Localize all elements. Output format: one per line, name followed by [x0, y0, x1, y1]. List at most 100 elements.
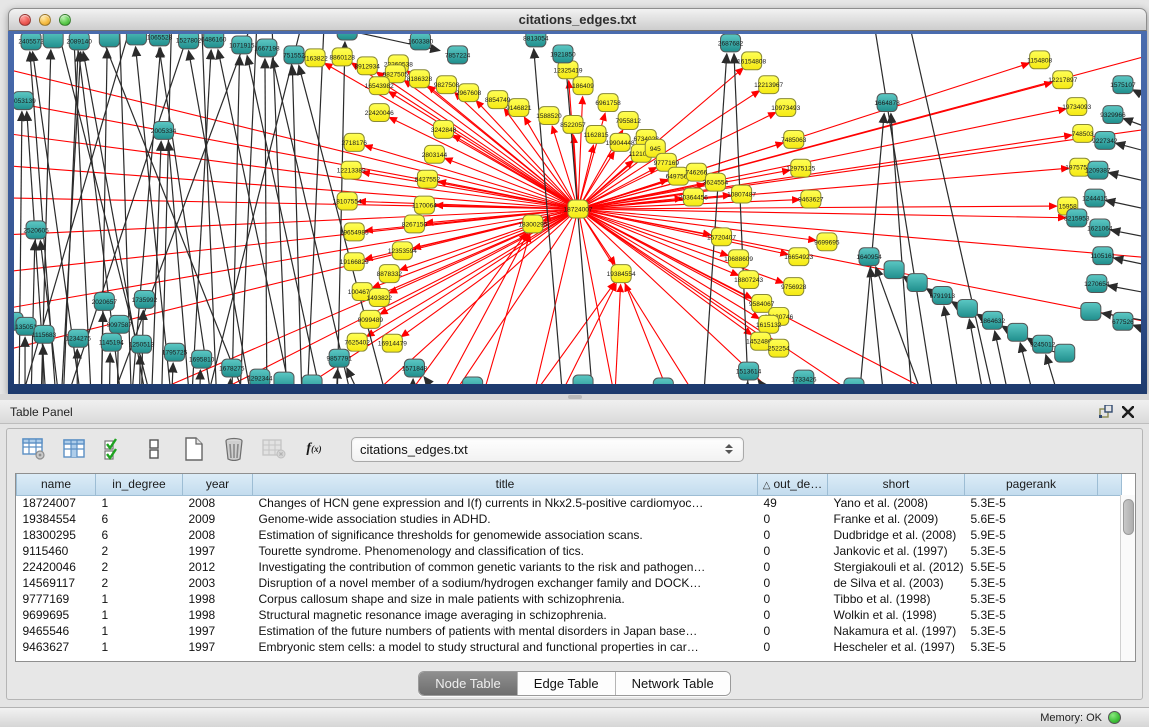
- table-cell[interactable]: Hescheler et al. (1997): [828, 639, 965, 655]
- network-node[interactable]: [337, 34, 357, 40]
- column-header-name[interactable]: name: [17, 474, 96, 495]
- network-node[interactable]: 1105161: [1090, 247, 1115, 265]
- table-cell[interactable]: 0: [758, 591, 828, 607]
- network-node[interactable]: 1527802: [176, 34, 202, 49]
- table-cell[interactable]: 0: [758, 527, 828, 543]
- network-node[interactable]: 1603380: [408, 34, 434, 50]
- table-cell[interactable]: 1: [96, 639, 183, 655]
- table-row[interactable]: 1456911722003Disruption of a novel membe…: [17, 575, 1122, 591]
- network-node[interactable]: [1055, 344, 1075, 362]
- memory-status-indicator[interactable]: [1108, 711, 1121, 724]
- network-node[interactable]: 9245012: [1030, 335, 1056, 353]
- table-cell[interactable]: 1997: [183, 543, 253, 559]
- network-node-selected[interactable]: 7163822: [302, 49, 328, 67]
- network-node-selected[interactable]: 8854749: [485, 91, 511, 109]
- network-node-selected[interactable]: 8186328: [407, 70, 433, 88]
- network-canvas[interactable]: 1872400711628151990444867340281121022945…: [14, 34, 1141, 384]
- table-cell[interactable]: 2: [96, 543, 183, 559]
- network-node-selected[interactable]: 16154808: [737, 52, 766, 70]
- table-cell[interactable]: 5.3E-5: [965, 575, 1098, 591]
- network-node-selected[interactable]: 18807243: [734, 271, 763, 289]
- network-node[interactable]: 1513614: [736, 362, 762, 380]
- table-cell[interactable]: 2008: [183, 495, 253, 511]
- network-node[interactable]: 1678275: [219, 359, 245, 377]
- table-cell[interactable]: 0: [758, 575, 828, 591]
- network-node-selected[interactable]: 16914479: [378, 334, 407, 352]
- table-cell[interactable]: 2009: [183, 511, 253, 527]
- network-node-selected[interactable]: 9699695: [814, 233, 840, 251]
- table-cell[interactable]: 5.5E-5: [965, 559, 1098, 575]
- network-node-selected[interactable]: 9756928: [781, 278, 807, 296]
- network-node[interactable]: [1008, 323, 1028, 341]
- network-node-selected[interactable]: 10973493: [771, 99, 800, 117]
- table-row[interactable]: 2242004622012Investigating the contribut…: [17, 559, 1122, 575]
- splitter-grip[interactable]: [568, 395, 582, 399]
- network-node-selected[interactable]: 1154808: [1027, 51, 1052, 69]
- table-cell[interactable]: 0: [758, 543, 828, 559]
- table-cell[interactable]: 1: [96, 607, 183, 623]
- network-node[interactable]: 9097587: [107, 315, 133, 333]
- network-node[interactable]: 2687682: [718, 34, 744, 52]
- column-header-in_degree[interactable]: in_degree: [96, 474, 183, 495]
- network-node-selected[interactable]: 8267150: [402, 215, 428, 233]
- import-table-icon[interactable]: [261, 436, 287, 462]
- table-cell[interactable]: 14569117: [17, 575, 96, 591]
- table-mode-icon[interactable]: [21, 436, 47, 462]
- table-cell[interactable]: 9463627: [17, 639, 96, 655]
- network-node-selected[interactable]: 9099489: [358, 310, 384, 328]
- network-node[interactable]: 1270654: [1084, 275, 1110, 293]
- table-cell[interactable]: 5.6E-5: [965, 511, 1098, 527]
- table-cell[interactable]: 5.3E-5: [965, 495, 1098, 511]
- network-node-selected[interactable]: 2803144: [422, 145, 448, 163]
- table-cell[interactable]: 9465546: [17, 623, 96, 639]
- table-cell[interactable]: Estimation of significance thresholds fo…: [253, 527, 758, 543]
- network-node[interactable]: 1621064: [1087, 219, 1113, 237]
- network-node[interactable]: 2089140: [67, 34, 93, 50]
- table-cell[interactable]: 6: [96, 511, 183, 527]
- network-node-selected[interactable]: 3242848: [431, 121, 457, 139]
- table-cell[interactable]: 2: [96, 575, 183, 591]
- table-selector-dropdown[interactable]: citations_edges.txt: [351, 437, 744, 462]
- table-cell[interactable]: Yano et al. (2008): [828, 495, 965, 511]
- table-cell[interactable]: 18300295: [17, 527, 96, 543]
- network-node[interactable]: [43, 34, 63, 48]
- network-node[interactable]: 1733426: [791, 370, 817, 384]
- network-node[interactable]: 2005334: [151, 122, 177, 140]
- network-node-selected[interactable]: 19384554: [607, 265, 636, 283]
- table-cell[interactable]: 49: [758, 495, 828, 511]
- network-node-selected[interactable]: 8912934: [355, 57, 381, 75]
- table-cell[interactable]: 0: [758, 639, 828, 655]
- network-node[interactable]: [302, 375, 322, 384]
- table-cell[interactable]: 22420046: [17, 559, 96, 575]
- network-node[interactable]: 1575107: [1110, 76, 1136, 94]
- table-cell[interactable]: 1: [96, 495, 183, 511]
- table-cell[interactable]: Dudbridge et al. (2008): [828, 527, 965, 543]
- delete-columns-icon[interactable]: [221, 436, 247, 462]
- network-node-selected[interactable]: 7485063: [781, 130, 807, 148]
- column-header-pagerank[interactable]: pagerank: [965, 474, 1098, 495]
- network-node-selected[interactable]: 10688609: [724, 250, 753, 268]
- table-row[interactable]: 1830029562008Estimation of significance …: [17, 527, 1122, 543]
- table-cell[interactable]: 2: [96, 559, 183, 575]
- table-cell[interactable]: 6: [96, 527, 183, 543]
- tab-network-table[interactable]: Network Table: [616, 672, 730, 695]
- close-panel-icon[interactable]: [1117, 403, 1139, 421]
- column-header-title[interactable]: title: [253, 474, 758, 495]
- network-node-selected[interactable]: 7625402: [345, 333, 371, 351]
- network-node[interactable]: 1244415: [1082, 189, 1108, 207]
- table-cell[interactable]: 2008: [183, 527, 253, 543]
- table-cell[interactable]: 1998: [183, 591, 253, 607]
- network-node-selected[interactable]: 19166829: [340, 253, 369, 271]
- network-node[interactable]: [653, 378, 673, 384]
- table-cell[interactable]: Franke et al. (2009): [828, 511, 965, 527]
- network-node[interactable]: 1921850: [550, 45, 576, 63]
- network-node[interactable]: 2053139: [14, 92, 36, 110]
- network-node-selected[interactable]: 746266: [686, 163, 708, 181]
- network-node-selected[interactable]: 8427552: [415, 170, 441, 188]
- unselect-all-icon[interactable]: [141, 436, 167, 462]
- network-node[interactable]: [907, 274, 927, 292]
- network-node[interactable]: 1065528: [147, 34, 173, 46]
- network-node[interactable]: 9329966: [1100, 106, 1126, 124]
- network-node[interactable]: 6486160: [201, 34, 227, 48]
- network-node-selected[interactable]: 8522057: [560, 116, 586, 134]
